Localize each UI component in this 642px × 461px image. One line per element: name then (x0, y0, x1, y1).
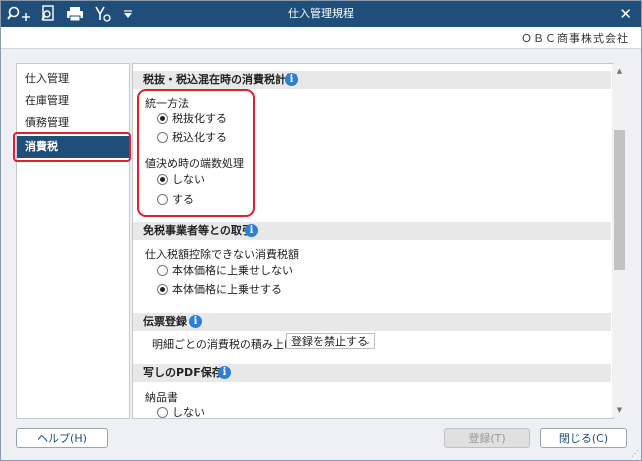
window: 仕入管理規程 ✕ ＯＢＣ商事株式会社 仕入管理 在庫管理 債務管理 消費税 税抜… (0, 0, 642, 461)
select-value: 登録を禁止する (291, 335, 368, 348)
chevron-down-icon: ⌄ (364, 337, 371, 346)
highlight-annotation (137, 89, 255, 217)
register-button[interactable]: 登録(T) (444, 428, 530, 448)
section-header-pdf: 写しのPDF保存 i (133, 364, 611, 382)
close-button[interactable]: 閉じる(C) (540, 428, 627, 448)
vertical-scrollbar[interactable]: ▲ ▼ (612, 64, 627, 417)
window-title: 仕入管理規程 (288, 7, 354, 20)
info-icon[interactable]: i (285, 73, 298, 86)
sidebar-item-purchase[interactable]: 仕入管理 (17, 68, 129, 90)
section-title-exempt: 免税事業者等との取引 (143, 224, 253, 237)
section-header-exempt: 免税事業者等との取引 i (133, 222, 611, 240)
sidebar-item-payables[interactable]: 債務管理 (17, 112, 129, 134)
section-title-pdf: 写しのPDF保存 (143, 366, 223, 379)
tax-accumulate-label: 明細ごとの消費税の積み上げ (152, 338, 295, 351)
resize-grip-icon[interactable]: ⋰ (631, 449, 639, 458)
delivery-note-label: 納品書 (145, 391, 178, 404)
info-icon[interactable]: i (189, 315, 202, 328)
radio-button[interactable] (157, 283, 168, 295)
radio-label: 本体価格に上乗せしない (172, 264, 293, 277)
title-bar: 仕入管理規程 ✕ (1, 1, 641, 27)
section-header-tax-calc: 税抜・税込混在時の消費税計算 i (133, 71, 611, 89)
radio-button[interactable] (157, 264, 168, 276)
section-header-voucher: 伝票登録 i (133, 313, 611, 331)
close-icon[interactable]: ✕ (619, 4, 632, 24)
tax-accumulate-select[interactable]: 登録を禁止する ⌄ (286, 333, 375, 349)
section-title-tax-calc: 税抜・税込混在時の消費税計算 (143, 73, 297, 86)
radio-button[interactable] (157, 406, 168, 418)
sidebar-item-inventory[interactable]: 在庫管理 (17, 90, 129, 112)
info-icon[interactable]: i (245, 224, 258, 237)
radio-pdf-no[interactable]: しない (157, 404, 205, 419)
radio-label: しない (172, 406, 205, 419)
radio-exempt-no-add[interactable]: 本体価格に上乗せしない (157, 262, 293, 278)
radio-exempt-add[interactable]: 本体価格に上乗せする (157, 281, 282, 297)
sidebar-highlight-annotation (13, 132, 131, 162)
info-icon[interactable]: i (218, 366, 231, 379)
help-button[interactable]: ヘルプ(H) (16, 428, 108, 448)
scroll-up-icon[interactable]: ▲ (612, 64, 627, 78)
exempt-tax-label: 仕入税額控除できない消費税額 (145, 248, 299, 261)
sidebar: 仕入管理 在庫管理 債務管理 消費税 (16, 63, 130, 419)
section-title-voucher: 伝票登録 (143, 315, 187, 328)
scrollbar-thumb[interactable] (614, 130, 625, 270)
scroll-down-icon[interactable]: ▼ (612, 403, 627, 417)
radio-label: 本体価格に上乗せする (172, 283, 282, 296)
company-name: ＯＢＣ商事株式会社 (521, 32, 629, 45)
